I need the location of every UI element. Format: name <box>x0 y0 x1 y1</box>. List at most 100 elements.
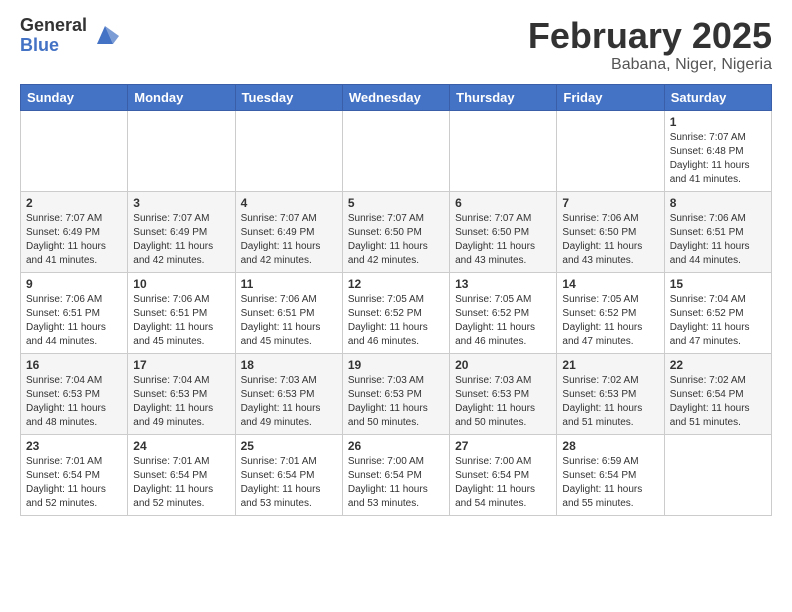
day-info: Sunrise: 7:03 AM Sunset: 6:53 PM Dayligh… <box>348 374 444 430</box>
calendar-cell: 12 Sunrise: 7:05 AM Sunset: 6:52 PM Dayli… <box>342 272 449 353</box>
logo-icon <box>91 22 119 50</box>
weekday-header: Monday <box>128 84 235 110</box>
calendar-cell: 7Sunrise: 7:06 AM Sunset: 6:50 PM Daylig… <box>557 191 664 272</box>
day-number: 1 <box>670 115 766 129</box>
calendar-cell: 4Sunrise: 7:07 AM Sunset: 6:49 PM Daylig… <box>235 191 342 272</box>
calendar-cell: 20 Sunrise: 7:03 AM Sunset: 6:53 PM Dayli… <box>450 353 557 434</box>
day-info: Sunrise: 7:07 AM Sunset: 6:50 PM Dayligh… <box>455 212 551 268</box>
day-number: 15 <box>670 277 766 291</box>
logo-general: General <box>20 16 87 36</box>
logo-blue: Blue <box>20 36 87 56</box>
day-info: Sunrise: 7:06 AM Sunset: 6:51 PM Dayligh… <box>26 293 122 349</box>
day-info: Sunrise: 7:07 AM Sunset: 6:48 PM Dayligh… <box>670 131 766 187</box>
calendar-cell <box>664 434 771 515</box>
weekday-row: SundayMondayTuesdayWednesdayThursdayFrid… <box>21 84 772 110</box>
calendar-cell <box>235 110 342 191</box>
calendar-cell: 1 Sunrise: 7:07 AM Sunset: 6:48 PM Daylig… <box>664 110 771 191</box>
weekday-header: Saturday <box>664 84 771 110</box>
day-info: Sunrise: 7:05 AM Sunset: 6:52 PM Dayligh… <box>562 293 658 349</box>
calendar-cell: 9 Sunrise: 7:06 AM Sunset: 6:51 PM Daylig… <box>21 272 128 353</box>
weekday-header: Thursday <box>450 84 557 110</box>
day-number: 14 <box>562 277 658 291</box>
day-info: Sunrise: 7:07 AM Sunset: 6:49 PM Dayligh… <box>133 212 229 268</box>
calendar-cell <box>21 110 128 191</box>
calendar-cell: 24Sunrise: 7:01 AM Sunset: 6:54 PM Dayli… <box>128 434 235 515</box>
calendar-week-row: 16 Sunrise: 7:04 AM Sunset: 6:53 PM Dayli… <box>21 353 772 434</box>
day-number: 21 <box>562 358 658 372</box>
weekday-header: Friday <box>557 84 664 110</box>
calendar-cell <box>450 110 557 191</box>
day-number: 25 <box>241 439 337 453</box>
day-info: Sunrise: 7:06 AM Sunset: 6:51 PM Dayligh… <box>241 293 337 349</box>
calendar-cell: 26 Sunrise: 7:00 AM Sunset: 6:54 PM Dayli… <box>342 434 449 515</box>
day-number: 19 <box>348 358 444 372</box>
day-number: 28 <box>562 439 658 453</box>
main-title: February 2025 <box>528 16 772 56</box>
day-number: 24 <box>133 439 229 453</box>
calendar-cell: 17Sunrise: 7:04 AM Sunset: 6:53 PM Dayli… <box>128 353 235 434</box>
day-info: Sunrise: 7:01 AM Sunset: 6:54 PM Dayligh… <box>26 455 122 511</box>
day-number: 4 <box>241 196 337 210</box>
day-info: Sunrise: 7:02 AM Sunset: 6:53 PM Dayligh… <box>562 374 658 430</box>
subtitle: Babana, Niger, Nigeria <box>528 56 772 74</box>
calendar-cell: 6Sunrise: 7:07 AM Sunset: 6:50 PM Daylig… <box>450 191 557 272</box>
logo-text: General Blue <box>20 16 87 56</box>
day-number: 22 <box>670 358 766 372</box>
calendar-cell: 19 Sunrise: 7:03 AM Sunset: 6:53 PM Dayli… <box>342 353 449 434</box>
calendar-cell: 5Sunrise: 7:07 AM Sunset: 6:50 PM Daylig… <box>342 191 449 272</box>
calendar-table: SundayMondayTuesdayWednesdayThursdayFrid… <box>20 84 772 516</box>
day-info: Sunrise: 7:06 AM Sunset: 6:50 PM Dayligh… <box>562 212 658 268</box>
calendar-cell: 28 Sunrise: 6:59 AM Sunset: 6:54 PM Dayli… <box>557 434 664 515</box>
calendar-week-row: 9 Sunrise: 7:06 AM Sunset: 6:51 PM Daylig… <box>21 272 772 353</box>
day-number: 16 <box>26 358 122 372</box>
day-info: Sunrise: 7:03 AM Sunset: 6:53 PM Dayligh… <box>241 374 337 430</box>
calendar-cell: 16Sunrise: 7:04 AM Sunset: 6:53 PM Dayli… <box>21 353 128 434</box>
calendar-cell: 27Sunrise: 7:00 AM Sunset: 6:54 PM Dayli… <box>450 434 557 515</box>
calendar-cell: 25 Sunrise: 7:01 AM Sunset: 6:54 PM Dayli… <box>235 434 342 515</box>
header: General Blue February 2025 Babana, Niger… <box>20 16 772 74</box>
weekday-header: Tuesday <box>235 84 342 110</box>
day-info: Sunrise: 7:05 AM Sunset: 6:52 PM Dayligh… <box>455 293 551 349</box>
day-info: Sunrise: 7:00 AM Sunset: 6:54 PM Dayligh… <box>348 455 444 511</box>
calendar-cell: 8Sunrise: 7:06 AM Sunset: 6:51 PM Daylig… <box>664 191 771 272</box>
calendar-cell: 13 Sunrise: 7:05 AM Sunset: 6:52 PM Dayli… <box>450 272 557 353</box>
day-info: Sunrise: 7:00 AM Sunset: 6:54 PM Dayligh… <box>455 455 551 511</box>
day-number: 10 <box>133 277 229 291</box>
page: General Blue February 2025 Babana, Niger… <box>0 0 792 536</box>
day-number: 13 <box>455 277 551 291</box>
day-info: Sunrise: 6:59 AM Sunset: 6:54 PM Dayligh… <box>562 455 658 511</box>
calendar-cell: 21 Sunrise: 7:02 AM Sunset: 6:53 PM Dayli… <box>557 353 664 434</box>
calendar-cell <box>557 110 664 191</box>
title-block: February 2025 Babana, Niger, Nigeria <box>528 16 772 74</box>
day-number: 9 <box>26 277 122 291</box>
day-info: Sunrise: 7:03 AM Sunset: 6:53 PM Dayligh… <box>455 374 551 430</box>
day-number: 12 <box>348 277 444 291</box>
calendar-cell: 22Sunrise: 7:02 AM Sunset: 6:54 PM Dayli… <box>664 353 771 434</box>
calendar-cell: 18 Sunrise: 7:03 AM Sunset: 6:53 PM Dayli… <box>235 353 342 434</box>
logo: General Blue <box>20 16 119 56</box>
day-number: 20 <box>455 358 551 372</box>
calendar-body: 1 Sunrise: 7:07 AM Sunset: 6:48 PM Daylig… <box>21 110 772 515</box>
day-info: Sunrise: 7:05 AM Sunset: 6:52 PM Dayligh… <box>348 293 444 349</box>
calendar-cell: 15 Sunrise: 7:04 AM Sunset: 6:52 PM Dayli… <box>664 272 771 353</box>
day-info: Sunrise: 7:07 AM Sunset: 6:50 PM Dayligh… <box>348 212 444 268</box>
day-number: 18 <box>241 358 337 372</box>
day-number: 3 <box>133 196 229 210</box>
weekday-header: Sunday <box>21 84 128 110</box>
weekday-header: Wednesday <box>342 84 449 110</box>
calendar-cell: 2 Sunrise: 7:07 AM Sunset: 6:49 PM Daylig… <box>21 191 128 272</box>
calendar-cell: 3 Sunrise: 7:07 AM Sunset: 6:49 PM Daylig… <box>128 191 235 272</box>
day-info: Sunrise: 7:04 AM Sunset: 6:53 PM Dayligh… <box>133 374 229 430</box>
day-info: Sunrise: 7:06 AM Sunset: 6:51 PM Dayligh… <box>133 293 229 349</box>
day-info: Sunrise: 7:01 AM Sunset: 6:54 PM Dayligh… <box>241 455 337 511</box>
day-info: Sunrise: 7:07 AM Sunset: 6:49 PM Dayligh… <box>26 212 122 268</box>
day-number: 11 <box>241 277 337 291</box>
day-number: 23 <box>26 439 122 453</box>
day-info: Sunrise: 7:04 AM Sunset: 6:52 PM Dayligh… <box>670 293 766 349</box>
calendar-cell: 11 Sunrise: 7:06 AM Sunset: 6:51 PM Dayli… <box>235 272 342 353</box>
day-number: 2 <box>26 196 122 210</box>
calendar-cell <box>128 110 235 191</box>
calendar-cell: 14 Sunrise: 7:05 AM Sunset: 6:52 PM Dayli… <box>557 272 664 353</box>
calendar-header: SundayMondayTuesdayWednesdayThursdayFrid… <box>21 84 772 110</box>
day-number: 26 <box>348 439 444 453</box>
